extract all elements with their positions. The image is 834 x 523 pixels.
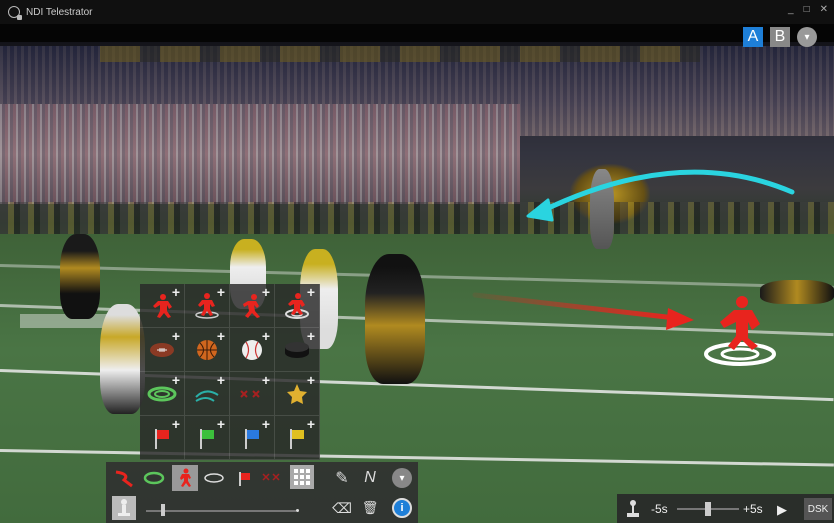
palette-item-flag-yellow[interactable]: +	[275, 416, 320, 460]
star-gold-icon	[287, 383, 307, 404]
arrow-curve-tool-icon[interactable]	[112, 466, 136, 490]
window-controls: _ □ ✕	[788, 4, 828, 15]
player-marker-red-icon[interactable]	[704, 296, 776, 366]
palette-item-x-marks[interactable]: +	[230, 372, 275, 416]
pen-tool-icon[interactable]: ✎	[330, 466, 354, 490]
minimize-button[interactable]: _	[788, 4, 794, 15]
rewind-5s-button[interactable]: -5s	[651, 502, 668, 516]
add-icon: +	[306, 416, 315, 432]
palette-item-flag-green[interactable]: +	[185, 416, 230, 460]
add-icon: +	[216, 372, 225, 388]
playback-bar: -5s +5s ▶ DSK	[617, 494, 834, 523]
baseball-icon	[242, 339, 262, 360]
add-icon: +	[171, 372, 180, 388]
icon-palette: + + + + + + + + + + + + + + + +	[140, 284, 320, 460]
add-icon: +	[216, 284, 225, 300]
ndi-app-icon	[8, 6, 22, 20]
palette-item-basketball[interactable]: +	[185, 328, 230, 372]
view-a-button[interactable]: A	[743, 27, 763, 47]
play-button[interactable]: ▶	[777, 502, 787, 518]
flag-green-icon	[200, 428, 214, 449]
palette-item-ring[interactable]: +	[140, 372, 185, 416]
palette-item-football[interactable]: +	[140, 328, 185, 372]
scrub-thumb[interactable]	[705, 502, 711, 516]
dsk-button[interactable]: DSK	[804, 498, 832, 520]
cue-marker-icon[interactable]	[621, 497, 645, 521]
palette-item-player-ring[interactable]: +	[275, 284, 320, 328]
cyan-curved-arrow[interactable]	[526, 169, 795, 222]
maximize-button[interactable]: □	[804, 4, 810, 15]
view-menu-button[interactable]: ▾	[797, 27, 817, 47]
red-straight-arrow[interactable]	[472, 292, 694, 330]
flag-tool-icon[interactable]	[232, 466, 256, 490]
add-icon: +	[261, 284, 270, 300]
add-icon: +	[306, 328, 315, 344]
basketball-icon	[197, 339, 217, 360]
palette-item-puck[interactable]: +	[275, 328, 320, 372]
size-slider-track	[146, 510, 296, 512]
palette-item-flag-red[interactable]: +	[140, 416, 185, 460]
palette-item-player-target[interactable]: +	[185, 284, 230, 328]
window-title: NDI Telestrator	[26, 6, 93, 18]
flag-red-icon	[155, 428, 169, 449]
palette-item-flag-blue[interactable]: +	[230, 416, 275, 460]
player-tool-icon[interactable]	[172, 465, 198, 491]
more-options-icon[interactable]: ▾	[392, 468, 412, 488]
line-tool-icon[interactable]: N	[358, 466, 382, 490]
info-icon[interactable]: i	[392, 498, 412, 518]
add-icon: +	[306, 284, 315, 300]
scrub-slider[interactable]	[677, 502, 739, 516]
title-bar: NDI Telestrator _ □ ✕	[0, 0, 834, 24]
add-icon: +	[306, 372, 315, 388]
telestration-layer	[472, 169, 795, 366]
drawing-toolbar	[106, 462, 322, 523]
palette-item-baseball[interactable]: +	[230, 328, 275, 372]
flag-blue-icon	[245, 428, 259, 449]
add-icon: +	[171, 416, 180, 432]
add-icon: +	[261, 372, 270, 388]
ellipse-tool-icon[interactable]	[202, 466, 226, 490]
size-slider-thumb[interactable]	[160, 504, 165, 516]
add-icon: +	[261, 328, 270, 344]
close-button[interactable]: ✕	[820, 4, 828, 15]
size-slider[interactable]	[146, 504, 296, 516]
grid-tool-icon[interactable]	[290, 465, 314, 489]
palette-item-player-running[interactable]: +	[230, 284, 275, 328]
size-dot	[296, 509, 299, 512]
stamp-size-icon[interactable]	[112, 496, 136, 520]
pen-toolbar: ✎ N ▾ ⌫ 🗑 i	[322, 462, 418, 523]
add-icon: +	[171, 328, 180, 344]
forward-5s-button[interactable]: +5s	[743, 502, 763, 516]
add-icon: +	[216, 328, 225, 344]
x-tool-icon[interactable]	[260, 466, 284, 490]
eraser-icon[interactable]: ⌫	[330, 496, 354, 520]
palette-item-curve-arrow[interactable]: +	[185, 372, 230, 416]
flag-yellow-icon	[290, 428, 304, 449]
palette-item-player[interactable]: +	[140, 284, 185, 328]
video-canvas[interactable]	[0, 24, 834, 523]
add-icon: +	[216, 416, 225, 432]
palette-item-star[interactable]: +	[275, 372, 320, 416]
ring-tool-icon[interactable]	[142, 466, 166, 490]
trash-icon[interactable]: 🗑	[358, 496, 382, 520]
add-icon: +	[261, 416, 270, 432]
add-icon: +	[171, 284, 180, 300]
view-b-button[interactable]: B	[770, 27, 790, 47]
